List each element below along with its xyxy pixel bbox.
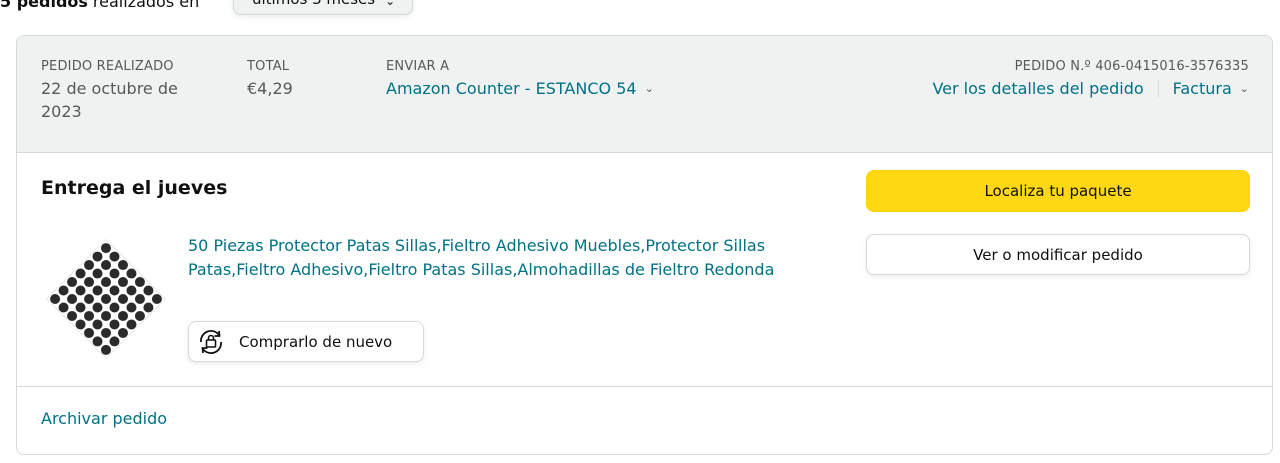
view-modify-order-label: Ver o modificar pedido — [973, 245, 1143, 264]
buy-again-label: Comprarlo de nuevo — [239, 332, 393, 351]
track-package-label: Localiza tu paquete — [984, 182, 1132, 200]
order-number-block: PEDIDO N.º 406-0415016-3576335 Ver los d… — [932, 58, 1249, 100]
order-total-value: €4,29 — [247, 79, 293, 98]
order-header: PEDIDO REALIZADO 22 de octubre de 2023 T… — [17, 36, 1272, 153]
order-number: PEDIDO N.º 406-0415016-3576335 — [1014, 59, 1249, 74]
buy-again-button[interactable]: Comprarlo de nuevo — [188, 321, 424, 362]
product-title-link[interactable]: 50 Piezas Protector Patas Sillas,Fieltro… — [188, 234, 838, 282]
footer-divider — [17, 386, 1272, 387]
order-card: PEDIDO REALIZADO 22 de octubre de 2023 T… — [16, 35, 1273, 455]
ship-to-value: Amazon Counter - ESTANCO 54 — [386, 79, 637, 98]
link-separator — [1157, 79, 1159, 98]
order-placed-date: 22 de octubre de 2023 — [41, 79, 178, 121]
order-placed-label: PEDIDO REALIZADO — [41, 59, 174, 74]
order-total-label: TOTAL — [247, 59, 290, 74]
order-links: Ver los detalles del pedido Factura ⌄ — [932, 77, 1249, 100]
orders-count: 5 pedidos — [0, 0, 88, 11]
ship-to: ENVIAR A Amazon Counter - ESTANCO 54 ⌄ — [386, 58, 654, 100]
order-placed: PEDIDO REALIZADO 22 de octubre de 2023 — [41, 58, 201, 123]
chevron-down-icon: ⌄ — [385, 0, 396, 8]
orders-count-text: realizados en — [92, 0, 200, 11]
ship-to-label: ENVIAR A — [386, 59, 450, 74]
view-modify-order-button[interactable]: Ver o modificar pedido — [866, 234, 1250, 275]
time-range-dropdown[interactable]: últimos 3 meses ⌄ — [233, 0, 413, 15]
delivery-status: Entrega el jueves — [41, 177, 228, 199]
orders-summary: 5 pedidos realizados en — [0, 0, 199, 16]
invoice-link[interactable]: Factura ⌄ — [1173, 77, 1249, 100]
chevron-down-icon: ⌄ — [1239, 82, 1249, 95]
time-range-value: últimos 3 meses — [252, 0, 375, 8]
invoice-label: Factura — [1172, 79, 1232, 98]
order-total: TOTAL €4,29 — [247, 58, 293, 100]
buy-again-icon — [200, 329, 222, 354]
chevron-down-icon: ⌄ — [644, 82, 654, 95]
ship-to-link[interactable]: Amazon Counter - ESTANCO 54 ⌄ — [386, 77, 654, 100]
product-image[interactable] — [41, 234, 171, 364]
track-package-button[interactable]: Localiza tu paquete — [866, 170, 1250, 212]
order-details-link[interactable]: Ver los detalles del pedido — [932, 77, 1143, 100]
archive-order-link[interactable]: Archivar pedido — [41, 409, 167, 428]
